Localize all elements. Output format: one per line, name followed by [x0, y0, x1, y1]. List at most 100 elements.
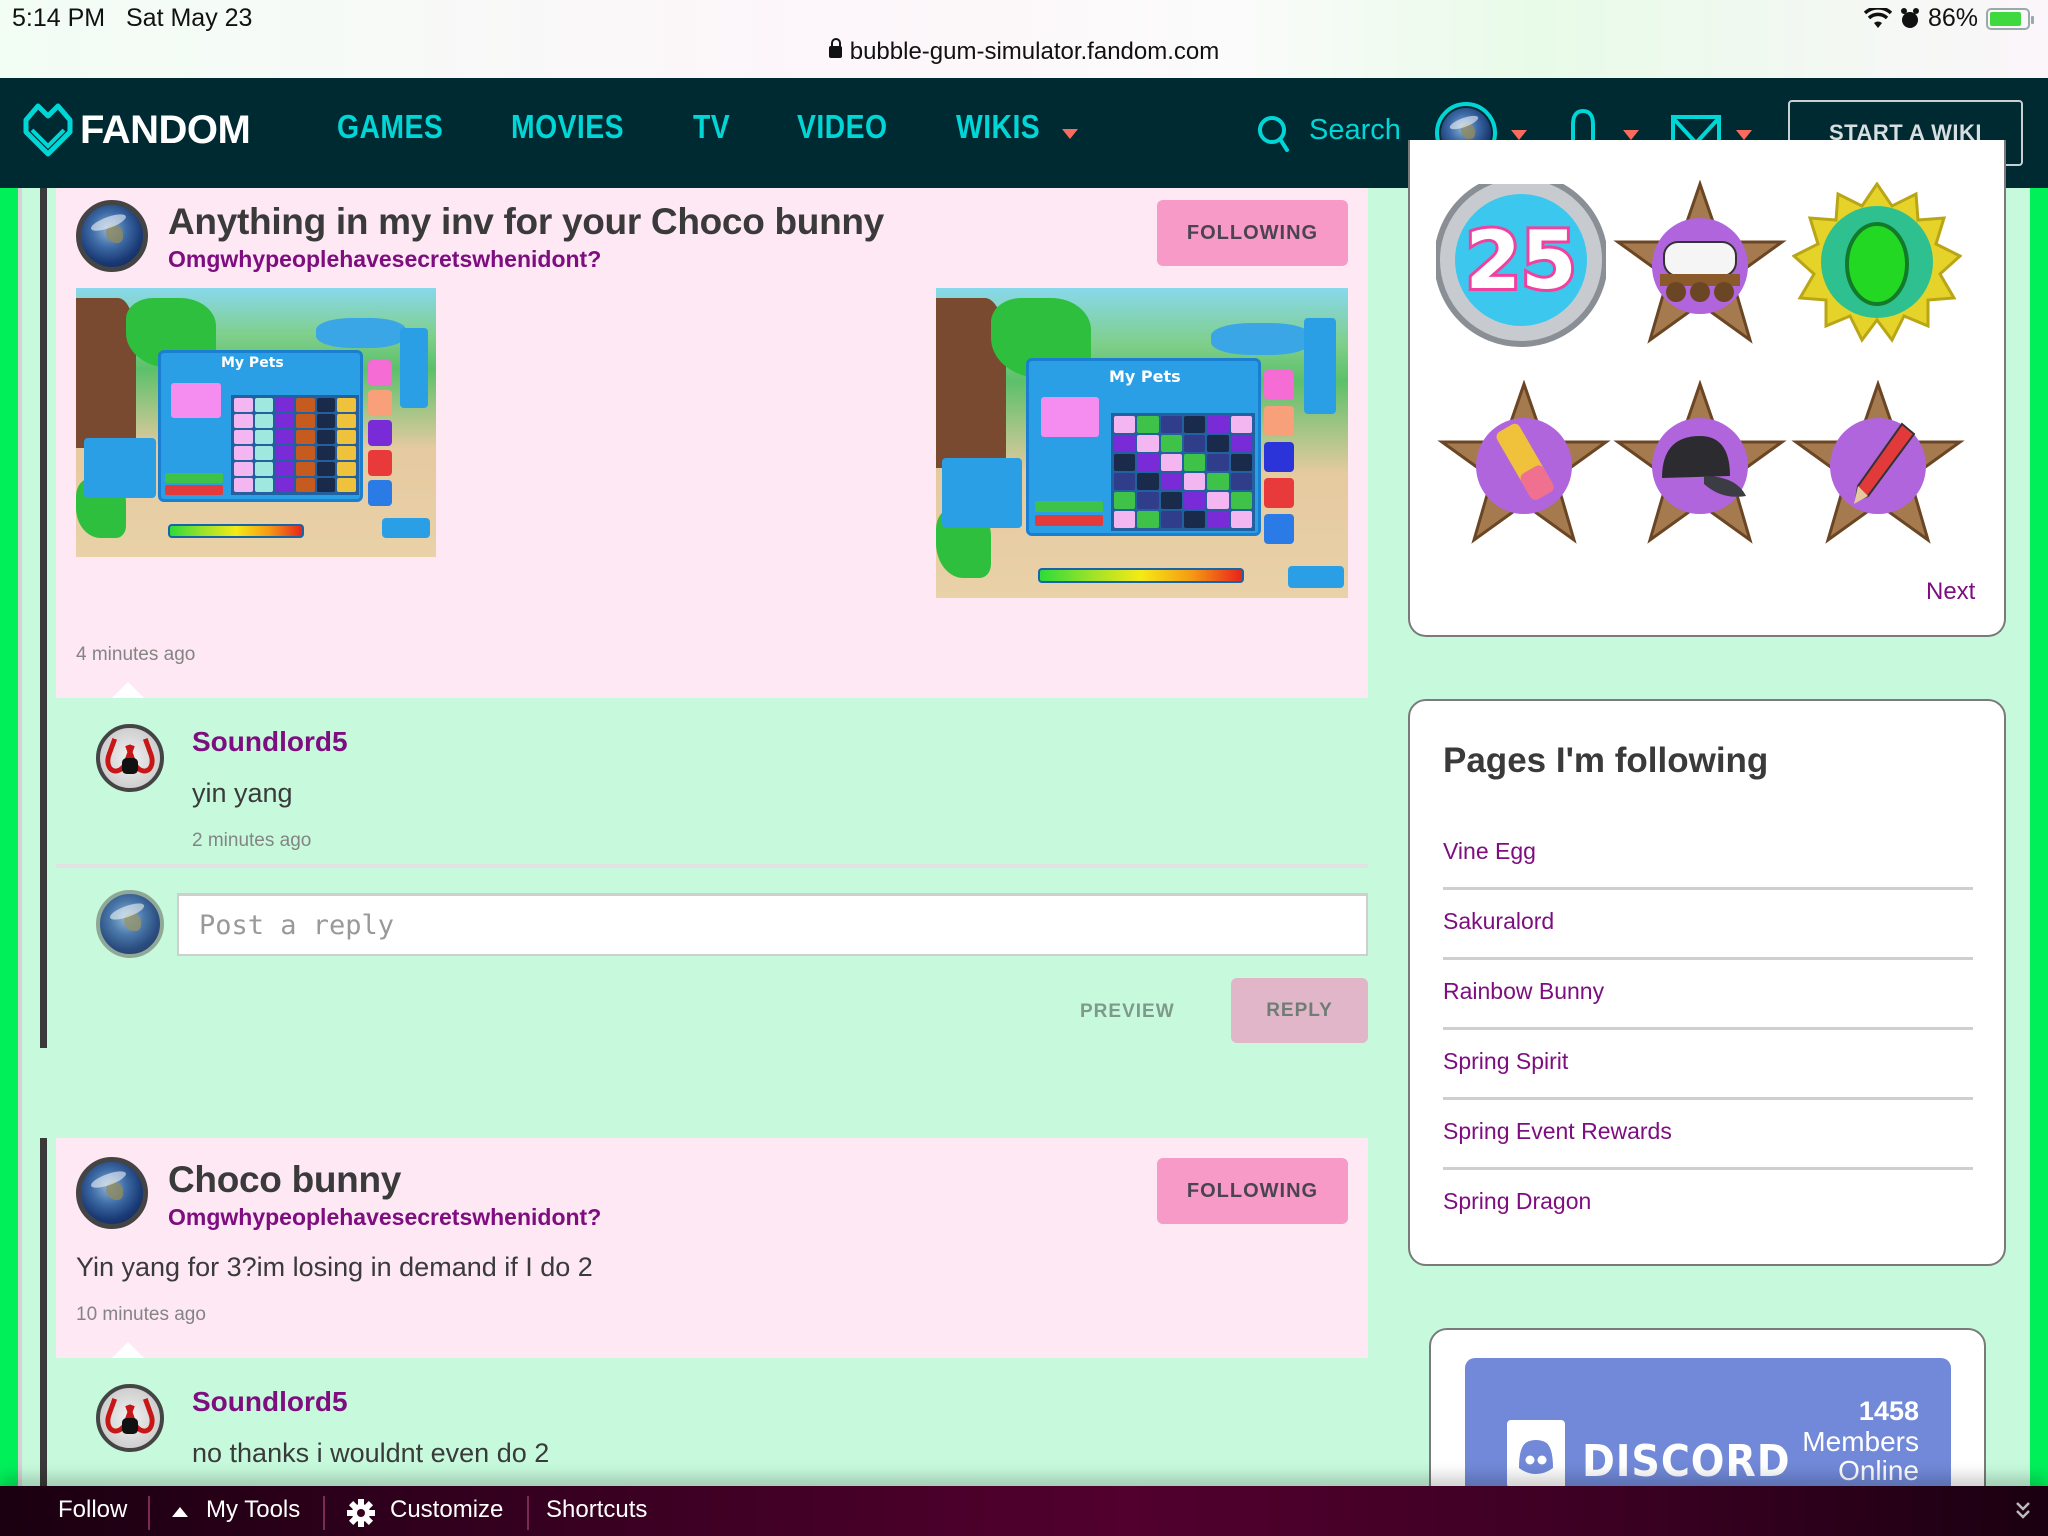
- toolbar-customize[interactable]: Customize: [390, 1496, 503, 1524]
- eraser-badge-icon: [1437, 379, 1611, 544]
- pet-slot: [254, 462, 274, 476]
- badges-next-link[interactable]: Next: [1926, 578, 1975, 606]
- thread-1-title[interactable]: Anything in my inv for your Choco bunny: [168, 201, 884, 243]
- pet-slot: [1207, 473, 1229, 490]
- thread-2-author-avatar[interactable]: [76, 1157, 148, 1229]
- discord-member-count: 1458: [1858, 1396, 1919, 1426]
- pet-slot: [1160, 435, 1182, 452]
- pet-slot: [337, 414, 356, 428]
- pet-slot: [1137, 492, 1159, 509]
- pet-slot: [1184, 454, 1206, 471]
- thread-1-image-2[interactable]: My Pets: [936, 288, 1348, 598]
- address-bar[interactable]: bubble-gum-simulator.fandom.com: [0, 38, 2048, 66]
- nav-games[interactable]: GAMES: [337, 108, 443, 146]
- thread-2-body: Yin yang for 3?im losing in demand if I …: [76, 1252, 593, 1282]
- pet-slot: [1137, 435, 1159, 452]
- thread-1-following-button[interactable]: FOLLOWING: [1157, 200, 1348, 266]
- followed-page-divider: [1443, 1097, 1973, 1100]
- thread-1-author[interactable]: Omgwhypeoplehavesecretswhenidont?: [168, 246, 601, 273]
- thread-2-author[interactable]: Omgwhypeoplehavesecretswhenidont?: [168, 1204, 601, 1231]
- notifications-chevron-down-icon[interactable]: [1623, 130, 1639, 140]
- search-icon[interactable]: [1256, 114, 1292, 154]
- toolbar-separator: [148, 1496, 150, 1530]
- wifi-icon: [1863, 7, 1892, 28]
- pet-slot: [1137, 473, 1159, 490]
- pet-slot: [1137, 454, 1159, 471]
- preview-button[interactable]: PREVIEW: [1080, 1001, 1175, 1023]
- reply-timestamp: 2 minutes ago: [192, 830, 312, 851]
- nav-movies[interactable]: MOVIES: [511, 108, 624, 146]
- search-label[interactable]: Search: [1309, 114, 1401, 147]
- toolbar-separator: [527, 1496, 529, 1530]
- nav-tv[interactable]: TV: [693, 108, 730, 146]
- messages-chevron-down-icon[interactable]: [1736, 130, 1752, 140]
- pet-slot: [316, 414, 336, 428]
- post-reply-input[interactable]: Post a reply: [177, 893, 1368, 956]
- pet-slot: [337, 398, 356, 412]
- pet-slot: [1160, 473, 1182, 490]
- thread-2-title[interactable]: Choco bunny: [168, 1159, 401, 1201]
- nav-wikis[interactable]: WIKIS: [956, 108, 1040, 146]
- thread-1-author-avatar[interactable]: [76, 200, 148, 272]
- pet-slot: [1114, 435, 1136, 452]
- reply-button[interactable]: REPLY: [1231, 978, 1368, 1043]
- followed-page-link[interactable]: Sakuralord: [1443, 908, 1554, 935]
- followed-page-link[interactable]: Spring Dragon: [1443, 1188, 1591, 1215]
- pet-slot: [1137, 511, 1159, 528]
- followed-page-link[interactable]: Spring Event Rewards: [1443, 1118, 1672, 1145]
- pet-slot: [1114, 416, 1136, 433]
- followed-page-link[interactable]: Spring Spirit: [1443, 1048, 1568, 1075]
- discord-members-label: Members: [1802, 1426, 1919, 1457]
- toolbar-follow[interactable]: Follow: [58, 1496, 127, 1524]
- pet-slot: [316, 398, 336, 412]
- pet-slot: [316, 446, 336, 460]
- nav-video[interactable]: VIDEO: [797, 108, 887, 146]
- reply-divider: [56, 864, 1368, 868]
- pet-slot: [1230, 511, 1252, 528]
- pet-slot: [1160, 416, 1182, 433]
- pet-slot: [275, 398, 294, 412]
- pet-slot: [1230, 473, 1252, 490]
- pet-slot: [1184, 435, 1206, 452]
- wagon-badge-icon: [1613, 179, 1787, 344]
- gear-icon[interactable]: [346, 1498, 376, 1528]
- reply-author-avatar[interactable]: [96, 1384, 164, 1452]
- reply-author[interactable]: Soundlord5: [192, 1386, 348, 1418]
- pet-slot: [234, 430, 253, 444]
- pet-slot: [1207, 492, 1229, 509]
- thread-2-following-button[interactable]: FOLLOWING: [1157, 1158, 1348, 1224]
- thread-border: [40, 1138, 47, 1486]
- reply-author[interactable]: Soundlord5: [192, 726, 348, 758]
- toolbar-shortcuts[interactable]: Shortcuts: [546, 1496, 647, 1524]
- green-egg-badge[interactable]: [1791, 181, 1963, 357]
- user-menu-chevron-down-icon[interactable]: [1511, 130, 1527, 140]
- page-scrollbar-track[interactable]: [2030, 188, 2048, 1486]
- 25-edits-badge[interactable]: 25: [1434, 173, 1608, 354]
- reply-author-avatar[interactable]: [96, 724, 164, 792]
- thread-2-timestamp: 10 minutes ago: [76, 1304, 206, 1325]
- pencil-badge[interactable]: [1790, 379, 1966, 555]
- fandom-logo[interactable]: FANDOM: [22, 102, 251, 158]
- status-date: Sat May 23: [126, 4, 253, 32]
- followed-page-link[interactable]: Rainbow Bunny: [1443, 978, 1604, 1005]
- pet-slot: [234, 398, 253, 412]
- pet-slot: [1207, 511, 1229, 528]
- reply-text: yin yang: [192, 778, 293, 808]
- pet-slot: [1184, 511, 1206, 528]
- cap-badge[interactable]: [1612, 379, 1788, 555]
- collapse-toolbar-icon[interactable]: [2014, 1500, 2032, 1522]
- my-tools-caret-up-icon[interactable]: [172, 1507, 188, 1517]
- wagon-badge[interactable]: [1612, 179, 1788, 355]
- toolbar-my-tools[interactable]: My Tools: [206, 1496, 300, 1524]
- pet-slot: [295, 414, 315, 428]
- wikis-chevron-down-icon[interactable]: [1062, 129, 1078, 139]
- pet-slot: [295, 462, 315, 476]
- followed-page-link[interactable]: Vine Egg: [1443, 838, 1536, 865]
- pet-slot: [234, 446, 253, 460]
- fandom-heart-icon: [23, 103, 73, 157]
- pet-slot: [1230, 492, 1252, 509]
- wiki-bottom-toolbar: Follow My Tools Customize Shortcuts: [0, 1486, 2048, 1536]
- pet-slot: [254, 430, 274, 444]
- eraser-badge[interactable]: [1436, 379, 1612, 555]
- thread-1-image-1[interactable]: My Pets: [76, 288, 436, 557]
